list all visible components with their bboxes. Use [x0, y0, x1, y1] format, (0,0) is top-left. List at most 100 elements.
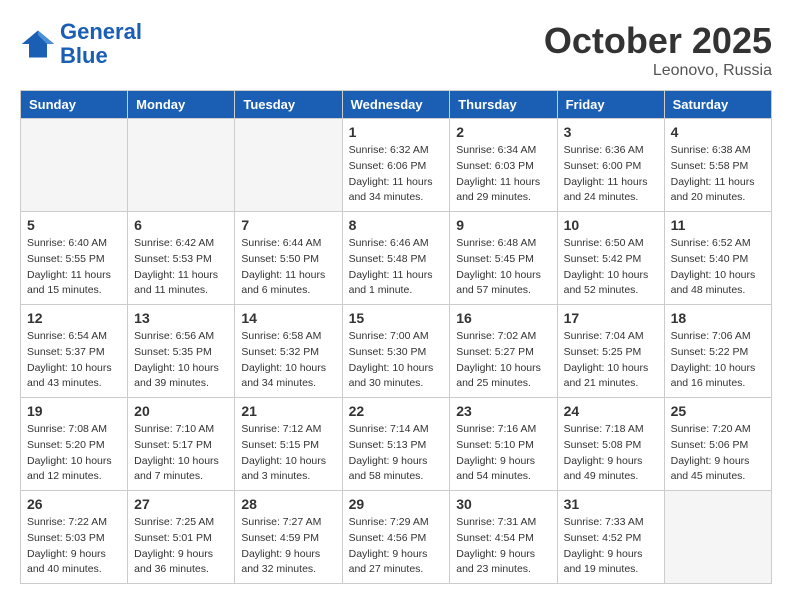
calendar-day: 20Sunrise: 7:10 AMSunset: 5:17 PMDayligh… — [128, 398, 235, 491]
calendar-day — [664, 491, 771, 584]
day-number: 16 — [456, 310, 550, 326]
month-info: October 2025 Leonovo, Russia — [544, 20, 772, 80]
day-number: 26 — [27, 496, 121, 512]
day-info: Sunrise: 7:06 AMSunset: 5:22 PMDaylight:… — [671, 329, 765, 392]
calendar-day: 27Sunrise: 7:25 AMSunset: 5:01 PMDayligh… — [128, 491, 235, 584]
day-number: 10 — [564, 217, 658, 233]
calendar-day: 31 Sunrise: 7:33 AMSunset: 4:52 PMDayligh… — [557, 491, 664, 584]
day-info: Sunrise: 7:25 AMSunset: 5:01 PMDaylight:… — [134, 515, 228, 578]
day-info: Sunrise: 6:38 AMSunset: 5:58 PMDaylight:… — [671, 143, 765, 206]
day-info: Sunrise: 6:46 AMSunset: 5:48 PMDaylight:… — [349, 236, 444, 299]
day-info: Sunrise: 6:34 AMSunset: 6:03 PMDaylight:… — [456, 143, 550, 206]
day-number: 11 — [671, 217, 765, 233]
day-number: 23 — [456, 403, 550, 419]
calendar-header-row: SundayMondayTuesdayWednesdayThursdayFrid… — [21, 91, 772, 119]
day-number: 2 — [456, 124, 550, 140]
day-number: 1 — [349, 124, 444, 140]
calendar-day: 11 Sunrise: 6:52 AMSunset: 5:40 PMDayligh… — [664, 212, 771, 305]
day-number: 31 — [564, 496, 658, 512]
day-info: Sunrise: 6:40 AMSunset: 5:55 PMDaylight:… — [27, 236, 121, 299]
calendar-header-thursday: Thursday — [450, 91, 557, 119]
day-info: Sunrise: 7:00 AMSunset: 5:30 PMDaylight:… — [349, 329, 444, 392]
day-info: Sunrise: 7:20 AMSunset: 5:06 PMDaylight:… — [671, 422, 765, 485]
day-info: Sunrise: 7:02 AMSunset: 5:27 PMDaylight:… — [456, 329, 550, 392]
calendar: SundayMondayTuesdayWednesdayThursdayFrid… — [20, 90, 772, 584]
day-number: 12 — [27, 310, 121, 326]
page-header: General Blue October 2025 Leonovo, Russi… — [20, 20, 772, 80]
calendar-day: 8Sunrise: 6:46 AMSunset: 5:48 PMDaylight… — [342, 212, 450, 305]
day-info: Sunrise: 6:56 AMSunset: 5:35 PMDaylight:… — [134, 329, 228, 392]
calendar-header-tuesday: Tuesday — [235, 91, 342, 119]
day-number: 6 — [134, 217, 228, 233]
calendar-day — [235, 119, 342, 212]
day-info: Sunrise: 7:22 AMSunset: 5:03 PMDaylight:… — [27, 515, 121, 578]
day-number: 25 — [671, 403, 765, 419]
month-title: October 2025 — [544, 20, 772, 62]
calendar-day: 15 Sunrise: 7:00 AMSunset: 5:30 PMDayligh… — [342, 305, 450, 398]
day-number: 15 — [349, 310, 444, 326]
day-info: Sunrise: 6:54 AMSunset: 5:37 PMDaylight:… — [27, 329, 121, 392]
calendar-header-monday: Monday — [128, 91, 235, 119]
day-number: 13 — [134, 310, 228, 326]
calendar-day: 13 Sunrise: 6:56 AMSunset: 5:35 PMDayligh… — [128, 305, 235, 398]
week-row-5: 26 Sunrise: 7:22 AMSunset: 5:03 PMDayligh… — [21, 491, 772, 584]
logo: General Blue — [20, 20, 142, 68]
day-info: Sunrise: 6:50 AMSunset: 5:42 PMDaylight:… — [564, 236, 658, 299]
day-info: Sunrise: 7:33 AMSunset: 4:52 PMDaylight:… — [564, 515, 658, 578]
day-info: Sunrise: 7:29 AMSunset: 4:56 PMDaylight:… — [349, 515, 444, 578]
calendar-day: 1 Sunrise: 6:32 AMSunset: 6:06 PMDaylight… — [342, 119, 450, 212]
calendar-day: 21 Sunrise: 7:12 AMSunset: 5:15 PMDayligh… — [235, 398, 342, 491]
calendar-day: 14Sunrise: 6:58 AMSunset: 5:32 PMDayligh… — [235, 305, 342, 398]
day-number: 19 — [27, 403, 121, 419]
day-number: 3 — [564, 124, 658, 140]
calendar-day: 7Sunrise: 6:44 AMSunset: 5:50 PMDaylight… — [235, 212, 342, 305]
day-info: Sunrise: 6:52 AMSunset: 5:40 PMDaylight:… — [671, 236, 765, 299]
day-info: Sunrise: 7:18 AMSunset: 5:08 PMDaylight:… — [564, 422, 658, 485]
calendar-day: 3 Sunrise: 6:36 AMSunset: 6:00 PMDaylight… — [557, 119, 664, 212]
week-row-2: 5 Sunrise: 6:40 AMSunset: 5:55 PMDaylight… — [21, 212, 772, 305]
calendar-day: 28 Sunrise: 7:27 AMSunset: 4:59 PMDayligh… — [235, 491, 342, 584]
calendar-day — [128, 119, 235, 212]
day-number: 5 — [27, 217, 121, 233]
location: Leonovo, Russia — [544, 62, 772, 80]
calendar-day: 12 Sunrise: 6:54 AMSunset: 5:37 PMDayligh… — [21, 305, 128, 398]
logo-icon — [20, 26, 56, 62]
calendar-day: 9 Sunrise: 6:48 AMSunset: 5:45 PMDaylight… — [450, 212, 557, 305]
day-info: Sunrise: 6:48 AMSunset: 5:45 PMDaylight:… — [456, 236, 550, 299]
day-info: Sunrise: 6:58 AMSunset: 5:32 PMDaylight:… — [241, 329, 335, 392]
day-number: 24 — [564, 403, 658, 419]
day-number: 17 — [564, 310, 658, 326]
calendar-day: 5 Sunrise: 6:40 AMSunset: 5:55 PMDaylight… — [21, 212, 128, 305]
calendar-day: 17 Sunrise: 7:04 AMSunset: 5:25 PMDayligh… — [557, 305, 664, 398]
calendar-day: 23 Sunrise: 7:16 AMSunset: 5:10 PMDayligh… — [450, 398, 557, 491]
day-number: 28 — [241, 496, 335, 512]
day-info: Sunrise: 6:32 AMSunset: 6:06 PMDaylight:… — [349, 143, 444, 206]
calendar-day: 19 Sunrise: 7:08 AMSunset: 5:20 PMDayligh… — [21, 398, 128, 491]
calendar-header-saturday: Saturday — [664, 91, 771, 119]
calendar-day: 22Sunrise: 7:14 AMSunset: 5:13 PMDayligh… — [342, 398, 450, 491]
calendar-day: 2 Sunrise: 6:34 AMSunset: 6:03 PMDaylight… — [450, 119, 557, 212]
day-info: Sunrise: 7:16 AMSunset: 5:10 PMDaylight:… — [456, 422, 550, 485]
day-info: Sunrise: 7:10 AMSunset: 5:17 PMDaylight:… — [134, 422, 228, 485]
calendar-day: 18Sunrise: 7:06 AMSunset: 5:22 PMDayligh… — [664, 305, 771, 398]
calendar-day: 29Sunrise: 7:29 AMSunset: 4:56 PMDayligh… — [342, 491, 450, 584]
day-info: Sunrise: 6:44 AMSunset: 5:50 PMDaylight:… — [241, 236, 335, 299]
day-number: 21 — [241, 403, 335, 419]
day-info: Sunrise: 7:12 AMSunset: 5:15 PMDaylight:… — [241, 422, 335, 485]
logo-text: General Blue — [60, 20, 142, 68]
day-number: 30 — [456, 496, 550, 512]
calendar-header-wednesday: Wednesday — [342, 91, 450, 119]
calendar-day: 4Sunrise: 6:38 AMSunset: 5:58 PMDaylight… — [664, 119, 771, 212]
calendar-day: 25 Sunrise: 7:20 AMSunset: 5:06 PMDayligh… — [664, 398, 771, 491]
week-row-4: 19 Sunrise: 7:08 AMSunset: 5:20 PMDayligh… — [21, 398, 772, 491]
week-row-3: 12 Sunrise: 6:54 AMSunset: 5:37 PMDayligh… — [21, 305, 772, 398]
calendar-day: 26 Sunrise: 7:22 AMSunset: 5:03 PMDayligh… — [21, 491, 128, 584]
day-info: Sunrise: 7:27 AMSunset: 4:59 PMDaylight:… — [241, 515, 335, 578]
day-info: Sunrise: 7:08 AMSunset: 5:20 PMDaylight:… — [27, 422, 121, 485]
day-info: Sunrise: 6:36 AMSunset: 6:00 PMDaylight:… — [564, 143, 658, 206]
day-number: 9 — [456, 217, 550, 233]
calendar-header-sunday: Sunday — [21, 91, 128, 119]
calendar-day — [21, 119, 128, 212]
calendar-header-friday: Friday — [557, 91, 664, 119]
day-info: Sunrise: 7:04 AMSunset: 5:25 PMDaylight:… — [564, 329, 658, 392]
